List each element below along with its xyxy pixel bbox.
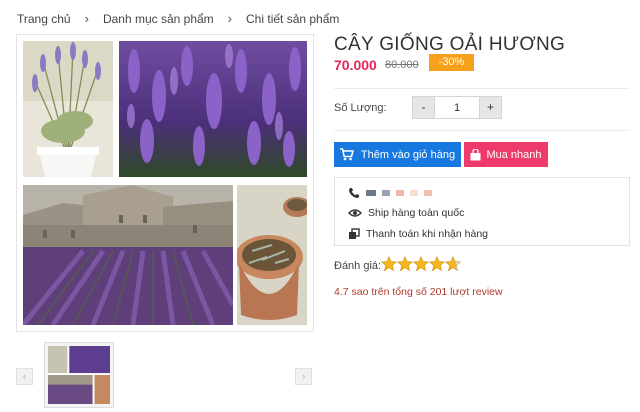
quantity-increase-button[interactable]: + <box>479 96 502 119</box>
image-tile-potted-lavender <box>23 41 113 177</box>
buy-now-button[interactable]: Mua nhanh <box>464 142 548 167</box>
payment-row: Thanh toán khi nhận hàng <box>348 228 488 240</box>
rating-label: Đánh giá: <box>334 260 382 272</box>
main-product-image[interactable] <box>16 34 314 332</box>
phone-icon <box>349 188 359 198</box>
star-icon <box>413 256 429 272</box>
quantity-input[interactable] <box>435 96 479 119</box>
image-tile-lavender-field-closeup <box>119 41 307 177</box>
product-price: 70.000 <box>334 57 377 73</box>
thumbnail-collage <box>48 346 110 404</box>
thumbnail-next-button[interactable]: › <box>295 368 312 385</box>
review-summary: 4.7 sao trên tổng số 201 lượt review <box>334 286 503 298</box>
redacted-phone-block <box>366 190 376 196</box>
divider <box>334 88 630 89</box>
discount-badge: -30% <box>429 54 474 71</box>
redacted-phone-block <box>424 190 432 196</box>
shipping-text: Ship hàng toàn quốc <box>368 207 465 219</box>
thumbnail-image[interactable] <box>44 342 114 408</box>
payment-text: Thanh toán khi nhận hàng <box>366 228 489 240</box>
rating-stars <box>381 256 461 272</box>
quantity-decrease-button[interactable]: - <box>412 96 435 119</box>
shopping-bag-icon <box>470 148 481 160</box>
star-icon <box>397 256 413 272</box>
shipping-row: Ship hàng toàn quốc <box>348 207 464 219</box>
thumbnail-strip: ‹ › <box>16 340 312 410</box>
star-icon <box>381 256 397 272</box>
product-title: CÂY GIỐNG OẢI HƯƠNG <box>334 34 566 55</box>
redacted-phone-block <box>410 190 418 196</box>
breadcrumb-category[interactable]: Danh mục sản phẩm <box>103 12 214 26</box>
add-to-cart-button[interactable]: Thêm vào giỏ hàng <box>334 142 461 167</box>
add-to-cart-label: Thêm vào giỏ hàng <box>360 148 456 161</box>
redacted-phone-block <box>382 190 390 196</box>
breadcrumb-separator: › <box>227 11 233 26</box>
breadcrumb-home[interactable]: Trang chủ <box>17 12 71 26</box>
buy-now-label: Mua nhanh <box>486 148 542 161</box>
divider <box>334 130 630 131</box>
image-tile-abbey-lavender-field <box>23 185 233 325</box>
copy-icon <box>349 228 360 239</box>
product-image-collage <box>23 41 307 325</box>
star-icon <box>445 256 461 272</box>
breadcrumb: Trang chủ › Danh mục sản phẩm › Chi tiết… <box>17 11 339 26</box>
breadcrumb-separator: › <box>84 11 89 26</box>
star-icon <box>429 256 445 272</box>
quantity-label: Số Lượng: <box>334 102 387 114</box>
cart-icon <box>339 148 354 161</box>
hotline-row <box>348 187 432 199</box>
thumbnail-prev-button[interactable]: ‹ <box>16 368 33 385</box>
eye-icon <box>348 209 362 217</box>
product-old-price: 80.000 <box>385 59 419 71</box>
quantity-stepper: - + <box>412 96 502 119</box>
service-info-box: Ship hàng toàn quốc Thanh toán khi nhận … <box>334 177 630 246</box>
breadcrumb-current: Chi tiết sản phẩm <box>246 11 340 26</box>
redacted-phone-block <box>396 190 404 196</box>
image-tile-clay-pot <box>237 185 307 325</box>
